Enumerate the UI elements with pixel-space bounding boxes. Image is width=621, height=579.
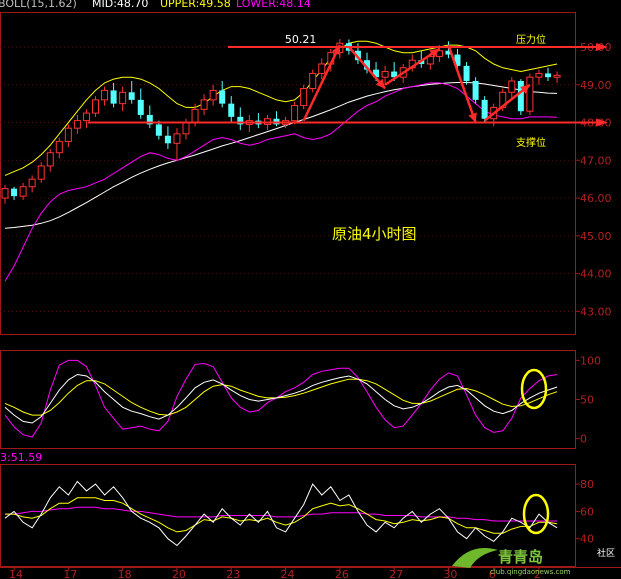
candle-body-down — [545, 73, 551, 78]
candle-body-up — [508, 80, 516, 93]
candle-body-up — [182, 122, 190, 135]
y-tick-label: 50 — [580, 394, 594, 407]
candle-body-up — [1, 188, 9, 199]
x-tick-label: 27 — [389, 568, 403, 579]
candle-body-up — [209, 89, 217, 101]
x-tick-label: 20 — [172, 568, 186, 579]
candle-body-up — [291, 105, 299, 122]
y-tick-label: 47.00 — [580, 154, 612, 167]
candle-body-up — [173, 133, 181, 144]
series-j-line — [4, 359, 558, 438]
y-tick-label: 44.00 — [580, 268, 612, 281]
candle-body-up — [318, 63, 326, 74]
candle-body-up — [46, 152, 54, 167]
candle-body-up — [200, 99, 208, 110]
candle-body-up — [92, 99, 99, 114]
candle-body-up — [119, 91, 127, 105]
candle-body-down — [164, 135, 171, 144]
y-tick-label: 100 — [580, 354, 601, 367]
boll-params-label: BOLL(15,1.62) — [0, 0, 77, 10]
series-c-line — [5, 506, 558, 522]
candle-body-up — [526, 76, 534, 112]
boll-upper-label: UPPER:49.58 — [160, 0, 231, 10]
third-highlight-circle — [522, 493, 550, 535]
y-tick-label: 43.00 — [580, 305, 612, 318]
y-tick-label: 60 — [580, 505, 594, 518]
x-tick-label: 26 — [335, 568, 349, 579]
watermark-text: 青青岛 — [498, 548, 543, 566]
candle-body-down — [11, 188, 18, 197]
candle-body-up — [381, 71, 389, 78]
candle-body-up — [55, 140, 63, 154]
resistance-label: 压力位 — [516, 33, 546, 46]
series-a-line — [4, 480, 558, 547]
trend-arrows — [302, 44, 531, 123]
trend-arrow-line — [302, 44, 341, 122]
x-tick-label: 23 — [226, 568, 240, 579]
chart-title: 原油4小时图 — [332, 225, 417, 243]
boll-upper-line — [4, 40, 558, 176]
x-tick-label: 24 — [281, 568, 295, 579]
boll-mid-label: MID:48.70 — [92, 0, 148, 10]
chart-canvas: BOLL(15,1.62) MID:48.70 UPPER:49.58 LOWE… — [0, 0, 621, 579]
candle-body-down — [481, 99, 488, 119]
x-axis-labels: 14 17 18 20 23 24 26 27 30 6 2 — [9, 567, 541, 579]
x-tick-label: 14 — [9, 568, 23, 579]
candle-body-up — [309, 72, 317, 90]
candle-body-down — [463, 65, 470, 81]
candle-body-up — [553, 74, 561, 78]
y-tick-label: 40 — [580, 533, 594, 546]
third-lines — [4, 480, 558, 547]
candle-body-up — [101, 89, 109, 101]
candle-body-up — [73, 120, 81, 129]
candle-body-up — [535, 72, 543, 78]
series-k-line — [4, 373, 558, 424]
leaf-icon — [452, 548, 498, 568]
boll-header: BOLL(15,1.62) MID:48.70 UPPER:49.58 LOWE… — [0, 0, 311, 10]
y-tick-label: 0 — [580, 433, 587, 446]
candle-body-down — [110, 90, 117, 104]
bollinger-lines — [4, 40, 558, 282]
y-tick-label: 46.00 — [580, 192, 612, 205]
support-label: 支撑位 — [516, 136, 546, 149]
watermark-logo: 青青岛 社区 club.qingdaonews.com — [452, 547, 615, 576]
series-b-line — [5, 497, 558, 534]
kdj-panel-frame — [0, 350, 576, 449]
main-grid — [0, 46, 575, 312]
trend-arrow-head — [468, 112, 477, 123]
boll-lower-label: LOWER:48.14 — [236, 0, 311, 10]
candle-body-up — [64, 127, 72, 142]
trend-arrow-line — [447, 44, 477, 123]
boll-mid-line — [4, 82, 558, 229]
y-tick-label: 49.00 — [580, 79, 612, 92]
kdj-highlight-circle — [520, 368, 548, 410]
candle-body-up — [19, 186, 27, 197]
x-tick-label: 30 — [443, 568, 457, 579]
candle-body-up — [82, 112, 90, 122]
candle-body-down — [155, 124, 162, 136]
third-y-axis: 80 60 40 — [575, 478, 594, 546]
candle-body-up — [28, 178, 36, 188]
third-panel-label: 3:51.59 — [0, 451, 42, 464]
candle-body-up — [300, 88, 308, 107]
main-y-axis: 50.0049.0048.0047.0046.0045.0044.0043.00 — [575, 41, 612, 318]
x-tick-label: 17 — [63, 568, 77, 579]
trend-arrow-line — [384, 47, 441, 86]
candle-body-down — [228, 103, 235, 117]
candle-body-down — [128, 92, 135, 100]
y-tick-label: 80 — [580, 478, 594, 491]
candle-body-down — [517, 80, 524, 112]
candle-body-down — [137, 99, 144, 115]
watermark-suffix: 社区 — [597, 547, 615, 559]
y-tick-label: 45.00 — [580, 230, 612, 243]
kdj-lines — [4, 359, 558, 438]
candle-body-up — [191, 108, 199, 124]
candle-body-up — [37, 165, 45, 180]
watermark-url: club.qingdaonews.com — [490, 568, 571, 576]
candle-body-down — [472, 80, 479, 100]
candle-body-down — [219, 90, 226, 104]
x-tick-label: 18 — [118, 568, 132, 579]
peak-price-label: 50.21 — [285, 33, 317, 46]
kdj-y-axis: 100 50 0 — [575, 354, 601, 446]
